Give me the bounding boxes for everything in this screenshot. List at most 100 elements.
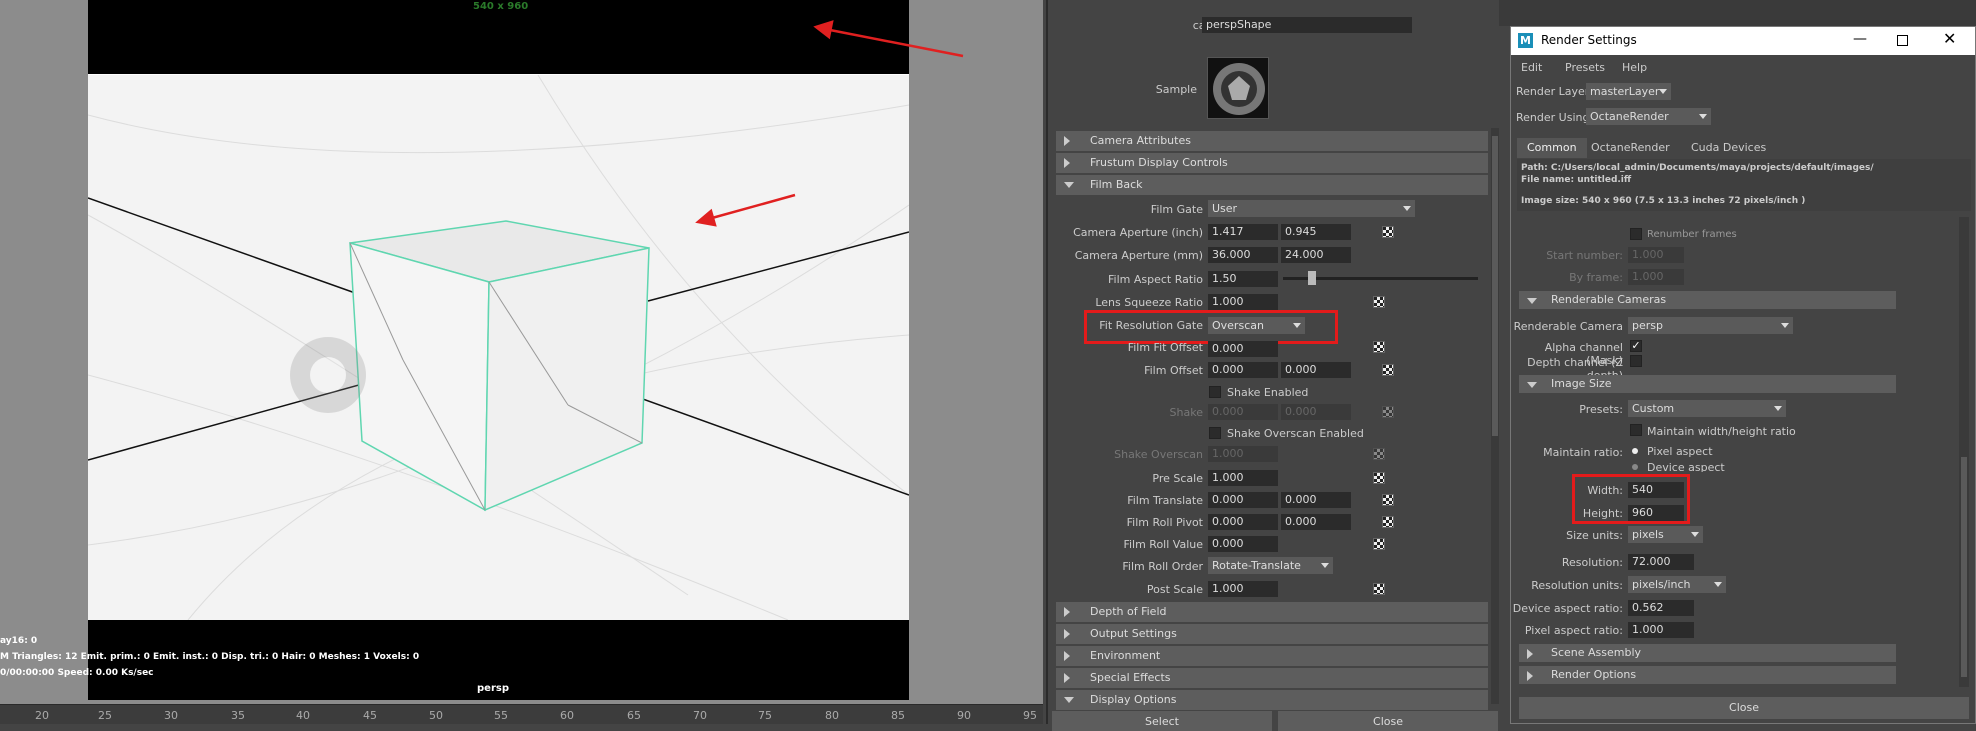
size-units-dropdown[interactable]: pixels (1628, 526, 1703, 543)
render-layer-dropdown[interactable]: masterLayer (1586, 83, 1671, 100)
connection-icon[interactable] (1373, 341, 1385, 353)
close-button[interactable]: Close (1278, 711, 1498, 731)
film-offset-label: Film Offset (1144, 364, 1203, 377)
menu-edit[interactable]: Edit (1521, 61, 1542, 74)
maya-logo-icon: M (1518, 33, 1533, 48)
aperture-inch-x[interactable]: 1.417 (1208, 224, 1278, 240)
film-gate-label: Film Gate (1150, 203, 1203, 216)
section-camera-attributes[interactable]: Camera Attributes (1056, 131, 1488, 151)
film-translate-y[interactable]: 0.000 (1281, 492, 1351, 508)
minimize-icon[interactable]: — (1853, 31, 1867, 47)
lens-squeeze-field[interactable]: 1.000 (1208, 294, 1278, 310)
connection-icon[interactable] (1373, 296, 1385, 308)
section-display-options[interactable]: Display Options (1056, 690, 1488, 710)
camera-field[interactable]: perspShape (1202, 17, 1412, 33)
render-using-dropdown[interactable]: OctaneRender (1586, 108, 1711, 125)
timeline-tick: 70 (693, 709, 707, 722)
connection-icon[interactable] (1373, 583, 1385, 595)
film-aspect-field[interactable]: 1.50 (1208, 271, 1278, 287)
close-icon[interactable]: ✕ (1943, 29, 1956, 48)
start-number-field[interactable]: 1.000 (1628, 247, 1684, 263)
shake-overscan-enabled-label: Shake Overscan Enabled (1227, 427, 1364, 440)
shake-enabled-checkbox[interactable] (1209, 386, 1221, 398)
connection-icon[interactable] (1382, 364, 1394, 376)
menu-presets[interactable]: Presets (1565, 61, 1605, 74)
section-scene-assembly[interactable]: Scene Assembly (1519, 644, 1896, 662)
film-roll-pivot-x[interactable]: 0.000 (1208, 514, 1278, 530)
film-offset-x[interactable]: 0.000 (1208, 362, 1278, 378)
connection-icon[interactable] (1382, 226, 1394, 238)
menu-help[interactable]: Help (1622, 61, 1647, 74)
time-slider[interactable]: 20 25 30 35 40 45 50 55 60 65 70 75 80 8… (0, 704, 1043, 724)
render-settings-close-button[interactable]: Close (1519, 697, 1969, 719)
alpha-checkbox[interactable]: ✓ (1630, 340, 1642, 352)
connection-icon[interactable] (1373, 538, 1385, 550)
pre-scale-field[interactable]: 1.000 (1208, 470, 1278, 486)
section-film-back[interactable]: Film Back (1056, 175, 1488, 195)
renumber-frames-checkbox[interactable] (1630, 228, 1642, 240)
shake-overscan-field[interactable]: 1.000 (1208, 446, 1278, 462)
tab-octanerender[interactable]: OctaneRender (1581, 138, 1680, 158)
section-output-settings[interactable]: Output Settings (1056, 624, 1488, 644)
depth-checkbox[interactable] (1630, 355, 1642, 367)
pre-scale-label: Pre Scale (1152, 472, 1203, 485)
film-roll-value-field[interactable]: 0.000 (1208, 536, 1278, 552)
shake-y[interactable]: 0.000 (1281, 404, 1351, 420)
slider-handle[interactable] (1308, 271, 1316, 285)
film-offset-y[interactable]: 0.000 (1281, 362, 1351, 378)
film-roll-pivot-y[interactable]: 0.000 (1281, 514, 1351, 530)
film-roll-order-label: Film Roll Order (1122, 560, 1203, 573)
section-special-effects[interactable]: Special Effects (1056, 668, 1488, 688)
device-aspect-radio[interactable] (1632, 464, 1638, 470)
tab-common[interactable]: Common (1517, 138, 1587, 158)
aperture-mm-x[interactable]: 36.000 (1208, 247, 1278, 263)
film-gate-dropdown[interactable]: User (1208, 200, 1415, 217)
section-image-size[interactable]: Image Size (1519, 375, 1896, 393)
window-title: Render Settings (1541, 33, 1637, 47)
render-using-label: Render Using (1516, 111, 1590, 124)
film-translate-x[interactable]: 0.000 (1208, 492, 1278, 508)
window-titlebar[interactable]: M Render Settings — ✕ (1511, 27, 1975, 55)
post-scale-label: Post Scale (1146, 583, 1203, 596)
connection-icon[interactable] (1373, 472, 1385, 484)
presets-dropdown[interactable]: Custom (1628, 400, 1786, 417)
film-fit-offset-field[interactable]: 0.000 (1208, 341, 1278, 357)
highlight-box (1572, 474, 1690, 524)
maximize-icon[interactable] (1897, 35, 1908, 46)
connection-icon[interactable] (1373, 448, 1385, 460)
device-aspect-ratio-field[interactable]: 0.562 (1628, 600, 1694, 616)
resolution-field[interactable]: 72.000 (1628, 554, 1694, 570)
ae-scrollbar[interactable] (1491, 128, 1499, 704)
pixel-aspect-ratio-field[interactable]: 1.000 (1628, 622, 1694, 638)
aperture-mm-y[interactable]: 24.000 (1281, 247, 1351, 263)
resolution-units-dropdown[interactable]: pixels/inch (1628, 576, 1726, 593)
post-scale-field[interactable]: 1.000 (1208, 581, 1278, 597)
shake-overscan-enabled-checkbox[interactable] (1209, 427, 1221, 439)
timeline-tick: 30 (164, 709, 178, 722)
render-settings-window: M Render Settings — ✕ Edit Presets Help … (1510, 26, 1976, 724)
shake-x[interactable]: 0.000 (1208, 404, 1278, 420)
connection-icon[interactable] (1382, 494, 1394, 506)
viewport-panel[interactable]: 540 x 960 ay16: 0 M Triangles: 12 Emit. (0, 0, 1043, 724)
by-frame-field[interactable]: 1.000 (1628, 269, 1684, 285)
section-frustum-display[interactable]: Frustum Display Controls (1056, 153, 1488, 173)
section-renderable-cameras[interactable]: Renderable Cameras (1519, 291, 1896, 309)
hud-time: 0/00:00:00 Speed: 0.00 Ks/sec (0, 668, 154, 678)
select-button[interactable]: Select (1052, 711, 1272, 731)
aperture-inch-y[interactable]: 0.945 (1281, 224, 1351, 240)
section-depth-of-field[interactable]: Depth of Field (1056, 602, 1488, 622)
maintain-wh-checkbox[interactable] (1630, 424, 1642, 436)
pixel-aspect-label: Pixel aspect (1647, 445, 1713, 458)
connection-icon[interactable] (1382, 406, 1394, 418)
tab-cuda-devices[interactable]: Cuda Devices (1681, 138, 1776, 158)
aperture-mm-label: Camera Aperture (mm) (1074, 249, 1203, 262)
section-render-options[interactable]: Render Options (1519, 666, 1896, 684)
film-roll-order-dropdown[interactable]: Rotate-Translate (1208, 557, 1333, 574)
rs-scrollbar[interactable] (1959, 217, 1969, 687)
section-environment[interactable]: Environment (1056, 646, 1488, 666)
presets-label: Presets: (1579, 403, 1623, 416)
connection-icon[interactable] (1382, 516, 1394, 528)
renderable-camera-dropdown[interactable]: persp (1628, 317, 1793, 334)
maintain-wh-label: Maintain width/height ratio (1647, 425, 1796, 438)
pixel-aspect-radio[interactable] (1632, 448, 1638, 454)
